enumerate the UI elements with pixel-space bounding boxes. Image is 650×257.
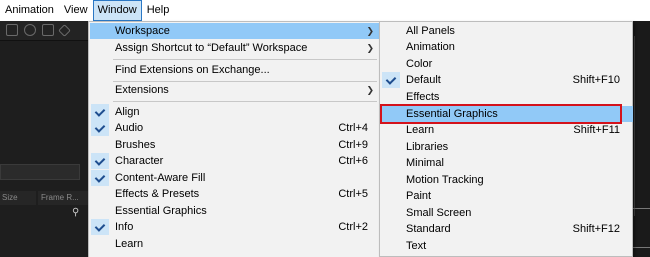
checkmark-icon xyxy=(91,104,109,120)
menu-item-label: Brushes xyxy=(115,139,156,151)
menu-item-find-extensions[interactable]: Find Extensions on Exchange... xyxy=(90,62,380,78)
menu-item-label: All Panels xyxy=(406,25,455,37)
workspace-item-motion-tracking[interactable]: Motion Tracking xyxy=(381,172,633,188)
menu-item-label: Small Screen xyxy=(406,207,472,219)
checkmark-icon xyxy=(91,219,109,235)
menu-item-label: Effects & Presets xyxy=(115,188,200,200)
workspace-item-libraries[interactable]: Libraries xyxy=(381,139,633,155)
checkmark-icon xyxy=(91,120,109,136)
menu-item-brushes[interactable]: Brushes Ctrl+9 xyxy=(90,137,380,153)
menu-item-shortcut: Ctrl+5 xyxy=(338,188,368,200)
menu-item-label: Learn xyxy=(115,238,144,250)
workspace-item-minimal[interactable]: Minimal xyxy=(381,155,633,171)
panel-search-field[interactable] xyxy=(0,164,80,180)
menu-separator xyxy=(113,101,377,102)
checkmark-icon xyxy=(382,72,400,88)
chevron-right-icon: ❯ xyxy=(366,85,374,95)
menu-item-shortcut: Shift+F11 xyxy=(573,124,620,136)
hierarchy-icon[interactable]: ⚲ xyxy=(72,207,79,218)
checkmark-icon xyxy=(91,153,109,169)
workspace-item-default[interactable]: Default Shift+F10 xyxy=(381,72,633,88)
menu-item-label: Workspace xyxy=(115,25,170,37)
workspace-item-all-panels[interactable]: All Panels xyxy=(381,23,633,39)
workspace-item-small-screen[interactable]: Small Screen xyxy=(381,205,633,221)
menu-item-label: Audio xyxy=(115,122,144,134)
menu-item-label: Paint xyxy=(406,190,432,202)
menu-item-label: Motion Tracking xyxy=(406,174,484,186)
tool-icon[interactable] xyxy=(24,24,36,36)
column-header-frame-rate[interactable]: Frame R... xyxy=(38,191,88,205)
panel-edge xyxy=(634,36,650,216)
menu-item-info[interactable]: Info Ctrl+2 xyxy=(90,219,380,235)
menu-item-learn[interactable]: Learn xyxy=(90,236,380,252)
menu-item-essential-graphics[interactable]: Essential Graphics xyxy=(90,203,380,219)
app-background-panel xyxy=(0,21,90,257)
column-header-size[interactable]: Size xyxy=(0,191,36,205)
workspace-item-paint[interactable]: Paint xyxy=(381,188,633,204)
menu-item-label: Color xyxy=(406,58,433,70)
menu-item-label: Libraries xyxy=(406,141,449,153)
menu-item-shortcut: Ctrl+9 xyxy=(338,139,368,151)
menu-item-label: Info xyxy=(115,221,134,233)
menu-item-align[interactable]: Align xyxy=(90,104,380,120)
menu-separator xyxy=(113,59,377,60)
menu-item-shortcut: Ctrl+4 xyxy=(338,122,368,134)
menu-window[interactable]: Window xyxy=(92,0,142,21)
menu-item-label: Extensions xyxy=(115,84,169,96)
workspace-item-text[interactable]: Text xyxy=(381,238,633,254)
menu-item-shortcut: Shift+F10 xyxy=(572,74,620,86)
menu-item-audio[interactable]: Audio Ctrl+4 xyxy=(90,120,380,136)
menu-item-effects-presets[interactable]: Effects & Presets Ctrl+5 xyxy=(90,186,380,202)
menu-item-label: Align xyxy=(115,106,140,118)
highlight-callout-box xyxy=(380,104,622,124)
chevron-right-icon: ❯ xyxy=(366,26,374,36)
menu-item-label: Content-Aware Fill xyxy=(115,172,206,184)
chevron-right-icon: ❯ xyxy=(366,43,374,53)
tool-icon[interactable] xyxy=(42,24,54,36)
menu-item-label: Effects xyxy=(406,91,440,103)
menu-item-extensions[interactable]: Extensions ❯ xyxy=(90,82,380,98)
menu-bar: Animation View Window Help xyxy=(0,0,650,21)
menu-animation[interactable]: Animation xyxy=(0,0,59,21)
menu-view[interactable]: View xyxy=(59,0,93,21)
menu-item-label: Assign Shortcut to “Default” Workspace xyxy=(115,42,308,54)
menu-item-label: Find Extensions on Exchange... xyxy=(115,64,270,76)
window-menu: Workspace ❯ Assign Shortcut to “Default”… xyxy=(88,21,380,257)
menu-item-content-aware-fill[interactable]: Content-Aware Fill xyxy=(90,170,380,186)
workspace-item-color[interactable]: Color xyxy=(381,56,633,72)
menu-item-label: Minimal xyxy=(406,157,444,169)
checkmark-icon xyxy=(91,170,109,186)
menu-item-label: Default xyxy=(406,74,441,86)
menu-item-label: Text xyxy=(406,240,427,252)
menu-item-assign-shortcut[interactable]: Assign Shortcut to “Default” Workspace ❯ xyxy=(90,40,380,56)
workspace-item-effects[interactable]: Effects xyxy=(381,89,633,105)
menu-item-shortcut: Ctrl+2 xyxy=(338,221,368,233)
menu-item-label: Standard xyxy=(406,223,451,235)
menu-item-character[interactable]: Character Ctrl+6 xyxy=(90,153,380,169)
workspace-item-standard[interactable]: Standard Shift+F12 xyxy=(381,221,633,237)
menu-item-workspace[interactable]: Workspace ❯ xyxy=(90,23,380,39)
tool-icon[interactable] xyxy=(6,24,18,36)
menu-help[interactable]: Help xyxy=(142,0,175,21)
workspace-submenu: All Panels Animation Color Default Shift… xyxy=(379,21,633,257)
canvas-corner-graphic xyxy=(632,208,650,248)
workspace-item-animation[interactable]: Animation xyxy=(381,39,633,55)
menu-item-label: Learn xyxy=(406,124,435,136)
menu-item-label: Character xyxy=(115,155,164,167)
menu-item-label: Essential Graphics xyxy=(115,205,207,217)
menu-item-shortcut: Shift+F12 xyxy=(572,223,620,235)
workspace-item-learn[interactable]: Learn Shift+F11 xyxy=(381,122,633,138)
menu-item-shortcut: Ctrl+6 xyxy=(338,155,368,167)
menu-item-label: Animation xyxy=(406,41,455,53)
